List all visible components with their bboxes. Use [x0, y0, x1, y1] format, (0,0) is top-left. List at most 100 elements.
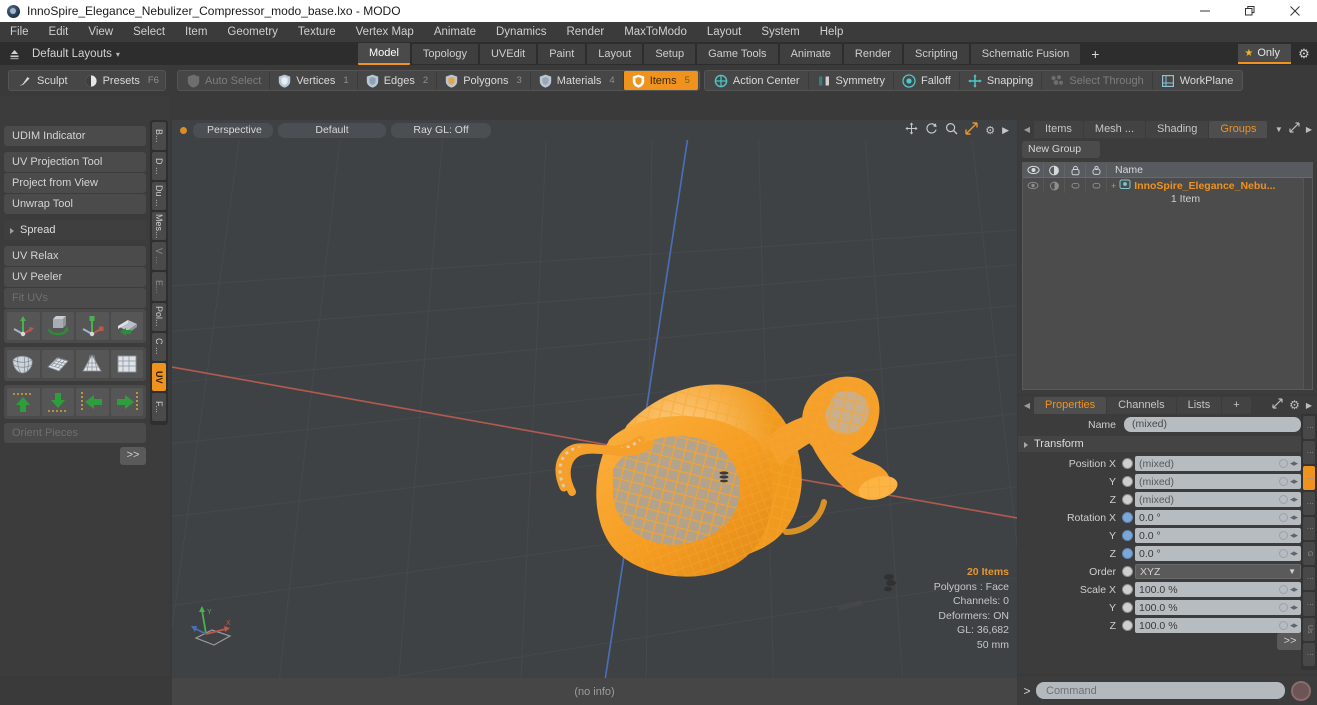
channel-dot[interactable] [1122, 602, 1133, 613]
property-reset-icon[interactable] [1278, 549, 1288, 558]
tool-snapping[interactable]: Snapping [958, 71, 1042, 90]
property-reset-icon[interactable] [1278, 585, 1288, 594]
expand-arrow-icon[interactable]: ▶ [1002, 125, 1009, 136]
property-side-tab-4[interactable]: ⋮ [1303, 491, 1315, 515]
layout-tab-render[interactable]: Render [843, 44, 902, 64]
select-mode-polygons[interactable]: Polygons 3 [436, 71, 530, 90]
layout-tab-game-tools[interactable]: Game Tools [697, 44, 778, 64]
uv-tool-uv-relax[interactable]: UV Relax [4, 246, 146, 266]
vertical-tab-uv[interactable]: UV [152, 362, 166, 391]
property-side-tab-7[interactable]: ⋮ [1303, 567, 1315, 591]
row-shade-toggle[interactable] [1086, 178, 1107, 193]
menu-item-file[interactable]: File [0, 22, 39, 43]
property-stepper-icon[interactable]: ◂▸ [1290, 476, 1298, 487]
property-side-tab-8[interactable]: ⋮ [1303, 592, 1315, 616]
record-icon[interactable] [1291, 680, 1311, 701]
uv-tool-uv-projection-tool[interactable]: UV Projection Tool [4, 152, 146, 172]
menu-item-geometry[interactable]: Geometry [217, 22, 288, 43]
property-value-input[interactable]: (mixed) ◂▸ [1135, 474, 1301, 489]
property-stepper-icon[interactable]: ◂▸ [1290, 530, 1298, 541]
property-reset-icon[interactable] [1278, 459, 1288, 468]
axis-gizmo[interactable]: Y X [186, 598, 238, 650]
select-mode-materials[interactable]: Materials 4 [529, 71, 623, 90]
property-side-tab-6[interactable]: G [1303, 542, 1315, 566]
uv-tool-unwrap-tool[interactable]: Unwrap Tool [4, 194, 146, 214]
property-side-tab-1[interactable]: ⋮ [1303, 416, 1315, 440]
lock-icon[interactable] [1065, 162, 1086, 178]
channel-dot[interactable] [1122, 476, 1133, 487]
property-value-input[interactable]: 0.0 ° ◂▸ [1135, 510, 1301, 525]
channel-dot[interactable] [1122, 458, 1133, 469]
tab-channels[interactable]: Channels [1107, 396, 1176, 414]
vertical-tab-d[interactable]: D ... [152, 152, 166, 181]
order-dropdown[interactable]: XYZ ▼ [1135, 564, 1301, 579]
render-icon[interactable] [1044, 162, 1065, 178]
only-button[interactable]: ★ Only [1238, 44, 1291, 64]
uv-tool-fit-uvs[interactable]: Fit UVs [4, 288, 146, 308]
property-reset-icon[interactable] [1278, 621, 1288, 630]
restore-icon[interactable] [1227, 0, 1272, 22]
chevron-right-icon[interactable]: ▶ [1306, 401, 1312, 410]
layout-tab-animate[interactable]: Animate [779, 44, 842, 64]
menu-item-texture[interactable]: Texture [288, 22, 346, 43]
tab-properties[interactable]: Properties [1034, 396, 1107, 414]
property-reset-icon[interactable] [1278, 513, 1288, 522]
layout-tab-uvedit[interactable]: UVEdit [479, 44, 537, 64]
gear-icon[interactable]: ⚙ [1291, 46, 1317, 62]
rotate-icon[interactable] [925, 122, 938, 138]
channel-dot[interactable] [1122, 620, 1133, 631]
panel-menu-icon[interactable]: ◀ [1020, 401, 1034, 410]
menu-item-dynamics[interactable]: Dynamics [486, 22, 556, 43]
chevron-down-icon[interactable]: ▾ [116, 50, 120, 59]
layout-tab-scripting[interactable]: Scripting [904, 44, 969, 64]
uv-tool-project-from-view[interactable]: Project from View [4, 173, 146, 193]
row-lock-toggle[interactable] [1065, 178, 1086, 193]
tab-items[interactable]: Items [1034, 120, 1083, 138]
command-input[interactable]: Command [1036, 682, 1285, 699]
panel-menu-icon[interactable]: ◀ [1020, 125, 1034, 134]
layout-selector-label[interactable]: Default Layouts [24, 48, 122, 60]
menu-item-vertex-map[interactable]: Vertex Map [346, 22, 424, 43]
layout-tab-setup[interactable]: Setup [644, 44, 696, 64]
menu-item-select[interactable]: Select [123, 22, 175, 43]
vertical-tab-b[interactable]: B... [152, 122, 166, 151]
layout-tab-layout[interactable]: Layout [587, 44, 643, 64]
tab-[interactable]: + [1222, 396, 1251, 414]
vertical-tab-du[interactable]: Du ... [152, 182, 166, 211]
tab-groups[interactable]: Groups [1209, 120, 1268, 138]
uv-tool-spread[interactable]: Spread [4, 220, 146, 240]
property-stepper-icon[interactable]: ◂▸ [1290, 584, 1298, 595]
property-value-input[interactable]: (mixed) ◂▸ [1135, 456, 1301, 471]
channel-dot[interactable] [1122, 512, 1133, 523]
select-mode-items[interactable]: Items 5 [622, 71, 698, 90]
move-icon[interactable] [905, 122, 918, 138]
menu-item-item[interactable]: Item [175, 22, 217, 43]
uv-box-grid-icon[interactable] [110, 350, 143, 378]
layout-tab-schematic-fusion[interactable]: Schematic Fusion [970, 44, 1081, 64]
properties-more-button[interactable]: >> [1277, 633, 1303, 650]
uv-scale-axis-icon[interactable] [76, 312, 109, 340]
property-reset-icon[interactable] [1278, 603, 1288, 612]
select-mode-auto-select[interactable]: Auto Select [179, 71, 269, 90]
layout-tab-model[interactable]: Model [357, 43, 410, 65]
gear-icon[interactable]: ⚙ [985, 124, 995, 137]
property-value-input[interactable]: 0.0 ° ◂▸ [1135, 528, 1301, 543]
property-value-input[interactable]: 100.0 % ◂▸ [1135, 582, 1301, 597]
groups-tree-scrollbar[interactable] [1303, 178, 1312, 389]
menu-item-animate[interactable]: Animate [424, 22, 486, 43]
uv-move-down-icon[interactable] [41, 388, 74, 416]
add-layout-tab-button[interactable]: + [1082, 44, 1108, 64]
property-value-input[interactable]: 0.0 ° ◂▸ [1135, 546, 1301, 561]
property-side-tab-5[interactable]: ⋮ [1303, 516, 1315, 541]
property-stepper-icon[interactable]: ◂▸ [1290, 548, 1298, 559]
uv-tool-udim-indicator[interactable]: UDIM Indicator [4, 126, 146, 146]
uv-move-up-icon[interactable] [7, 388, 40, 416]
tool-select-through[interactable]: Select Through [1041, 71, 1151, 90]
sculpt-button[interactable]: Sculpt [10, 71, 76, 90]
chevron-down-icon[interactable]: ▼ [1275, 125, 1283, 134]
table-row[interactable]: + InnoSpire_Elegance_Nebu... [1023, 178, 1312, 193]
layout-home-icon[interactable] [4, 43, 24, 65]
property-stepper-icon[interactable]: ◂▸ [1290, 512, 1298, 523]
expand-icon[interactable] [1272, 398, 1283, 412]
uv-sphere-unwrap-icon[interactable] [7, 350, 40, 378]
